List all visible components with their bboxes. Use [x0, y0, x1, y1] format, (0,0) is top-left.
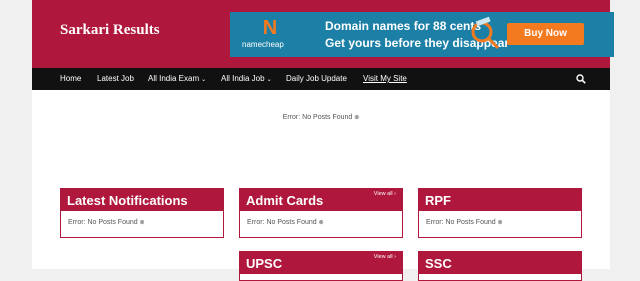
- widget-error: Error: No Posts Found ⊗: [247, 219, 324, 226]
- nav-label: All India Job: [221, 74, 265, 83]
- widget-upsc: UPSC View all ›: [239, 251, 403, 281]
- widget-header: Admit Cards View all ›: [240, 189, 402, 211]
- nav-label: Latest Job: [97, 74, 134, 83]
- nav-item-latest-job[interactable]: Latest Job: [97, 68, 134, 90]
- ad-headline: Domain names for 88 cents: [325, 19, 482, 33]
- no-posts-message: Error: No Posts Found ⊗: [32, 114, 610, 121]
- error-circle-icon: ⊗: [497, 220, 503, 226]
- widget-header: Latest Notifications: [61, 189, 223, 211]
- nav-item-home[interactable]: Home: [60, 68, 81, 90]
- widget-rpf: RPF Error: No Posts Found ⊗: [418, 188, 582, 238]
- nav-item-daily-job-update[interactable]: Daily Job Update: [286, 68, 347, 90]
- nav-item-visit-my-site[interactable]: Visit My Site: [363, 68, 407, 90]
- error-circle-icon: ⊗: [139, 220, 145, 226]
- nav-label: Home: [60, 74, 82, 83]
- search-icon[interactable]: [576, 74, 586, 84]
- chevron-down-icon: ⌄: [201, 77, 207, 83]
- main-nav: Home Latest Job All India Exam ⌄ All Indi…: [32, 68, 610, 90]
- view-all-link[interactable]: View all ›: [374, 254, 396, 260]
- widget-title[interactable]: Latest Notifications: [67, 193, 188, 208]
- error-circle-icon: ⊗: [318, 220, 324, 226]
- site-header: Sarkari Results N namecheap Domain names…: [32, 0, 614, 68]
- widget-header: UPSC View all ›: [240, 252, 402, 274]
- error-text: Error: No Posts Found: [282, 114, 353, 121]
- widget-header: RPF: [419, 189, 581, 211]
- error-text: Error: No Posts Found: [426, 219, 496, 226]
- widget-error: Error: No Posts Found ⊗: [68, 219, 145, 226]
- widget-title[interactable]: RPF: [425, 193, 451, 208]
- error-circle-icon: ⊗: [354, 115, 360, 121]
- ad-banner[interactable]: N namecheap Domain names for 88 cents Ge…: [230, 12, 614, 57]
- widget-admit-cards: Admit Cards View all › Error: No Posts F…: [239, 188, 403, 238]
- magnifier-graphic-icon: [471, 16, 500, 50]
- widget-error: Error: No Posts Found ⊗: [426, 219, 503, 226]
- main-content: Error: No Posts Found ⊗ Latest Notificat…: [32, 90, 610, 281]
- chevron-down-icon: ⌄: [266, 77, 272, 83]
- nav-item-all-india-exam[interactable]: All India Exam ⌄: [148, 68, 206, 90]
- namecheap-logo: N namecheap: [242, 18, 300, 52]
- ad-brand-name: namecheap: [242, 40, 284, 49]
- nav-label: Visit My Site: [363, 74, 407, 83]
- widget-ssc: SSC: [418, 251, 582, 281]
- widget-header: SSC: [419, 252, 581, 274]
- nav-label: Daily Job Update: [286, 74, 347, 83]
- nav-item-all-india-job[interactable]: All India Job ⌄: [221, 68, 272, 90]
- view-all-link[interactable]: View all ›: [374, 191, 396, 197]
- buy-now-button[interactable]: Buy Now: [507, 23, 584, 45]
- error-text: Error: No Posts Found: [68, 219, 138, 226]
- namecheap-n-icon: N: [262, 17, 278, 39]
- error-text: Error: No Posts Found: [247, 219, 317, 226]
- widget-latest-notifications: Latest Notifications Error: No Posts Fou…: [60, 188, 224, 238]
- nav-label: All India Exam: [148, 74, 200, 83]
- widget-title[interactable]: Admit Cards: [246, 193, 323, 208]
- site-title[interactable]: Sarkari Results: [60, 22, 160, 39]
